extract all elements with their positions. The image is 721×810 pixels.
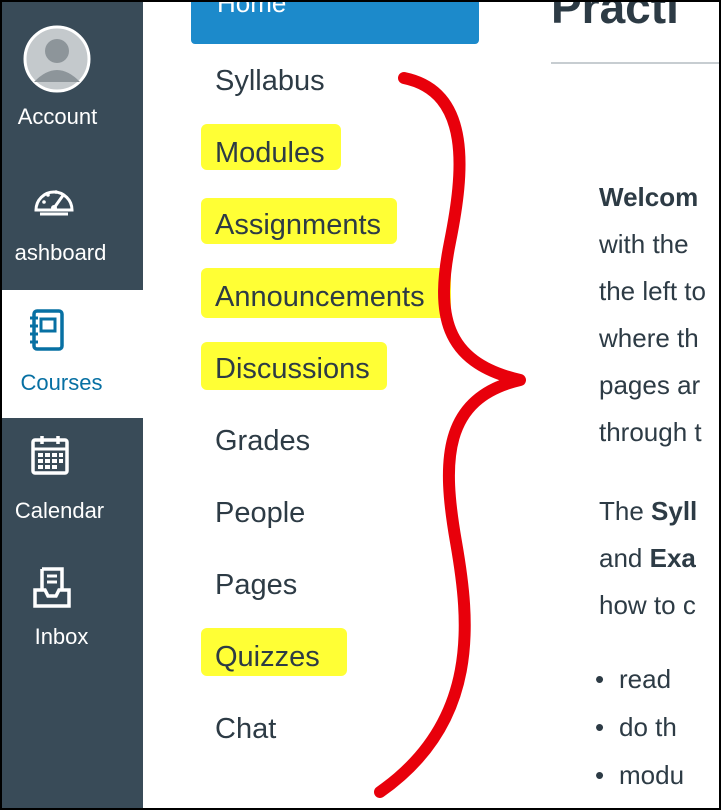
course-nav-people[interactable]: People	[215, 496, 305, 530]
welcome-line-5: through t	[599, 417, 702, 447]
course-nav-assignments[interactable]: Assignments	[215, 208, 381, 242]
course-nav-home-label: Home	[217, 0, 287, 18]
bullet-item-2: do th	[595, 712, 677, 743]
avatar-icon	[23, 25, 91, 93]
dashboard-gauge-icon	[34, 190, 74, 216]
global-nav-inbox-label: Inbox	[34, 624, 89, 649]
course-nav-chat[interactable]: Chat	[215, 712, 276, 746]
welcome-bold: Welcom	[599, 182, 699, 212]
title-divider	[551, 62, 719, 64]
welcome-line-4: pages ar	[599, 370, 701, 400]
welcome-paragraph: Welcom with the the left to where th pag…	[599, 174, 706, 456]
courses-notebook-icon	[30, 309, 64, 351]
para2-bold-2: Exa	[649, 543, 696, 573]
course-nav: Home Syllabus Modules Assignments Announ…	[143, 2, 543, 808]
welcome-line-3: where th	[599, 323, 699, 353]
para2-bold-1: Syll	[651, 496, 698, 526]
bullet-item-1: read	[595, 664, 671, 695]
syllabus-paragraph: The Syll and Exa how to c	[599, 488, 697, 629]
para2-prefix-2: and	[599, 543, 650, 573]
course-nav-modules[interactable]: Modules	[215, 136, 325, 170]
global-nav-calendar-label: Calendar	[14, 498, 105, 523]
global-nav-inbox[interactable]: Inbox	[2, 566, 143, 666]
global-nav: Account ashboard Courses Calendar Inbox	[2, 2, 143, 808]
global-nav-dashboard[interactable]: ashboard	[2, 180, 143, 280]
welcome-line-2: the left to	[599, 276, 706, 306]
page-title: Practi	[551, 2, 679, 33]
bullet-item-2-continued: modu	[595, 760, 684, 791]
inbox-icon	[33, 567, 71, 608]
welcome-line-1: with the	[599, 229, 689, 259]
global-nav-dashboard-label: ashboard	[14, 240, 107, 265]
calendar-icon	[31, 436, 69, 475]
course-nav-announcements[interactable]: Announcements	[215, 280, 425, 314]
course-nav-quizzes[interactable]: Quizzes	[215, 640, 320, 674]
global-nav-calendar[interactable]: Calendar	[2, 434, 143, 544]
global-nav-courses-label: Courses	[20, 370, 103, 395]
course-nav-grades[interactable]: Grades	[215, 424, 310, 458]
course-nav-syllabus[interactable]: Syllabus	[215, 64, 325, 98]
course-nav-discussions[interactable]: Discussions	[215, 352, 370, 386]
global-nav-courses[interactable]: Courses	[2, 290, 143, 418]
global-nav-account[interactable]: Account	[2, 24, 143, 144]
para2-line-3: how to c	[599, 590, 696, 620]
page-content: Practi Welcom with the the left to where…	[543, 2, 719, 808]
course-nav-pages[interactable]: Pages	[215, 568, 297, 602]
global-nav-account-label: Account	[17, 104, 98, 129]
screenshot-frame: Account ashboard Courses Calendar Inbox …	[0, 0, 721, 810]
course-nav-home[interactable]: Home	[191, 0, 479, 44]
para2-prefix-1: The	[599, 496, 652, 526]
